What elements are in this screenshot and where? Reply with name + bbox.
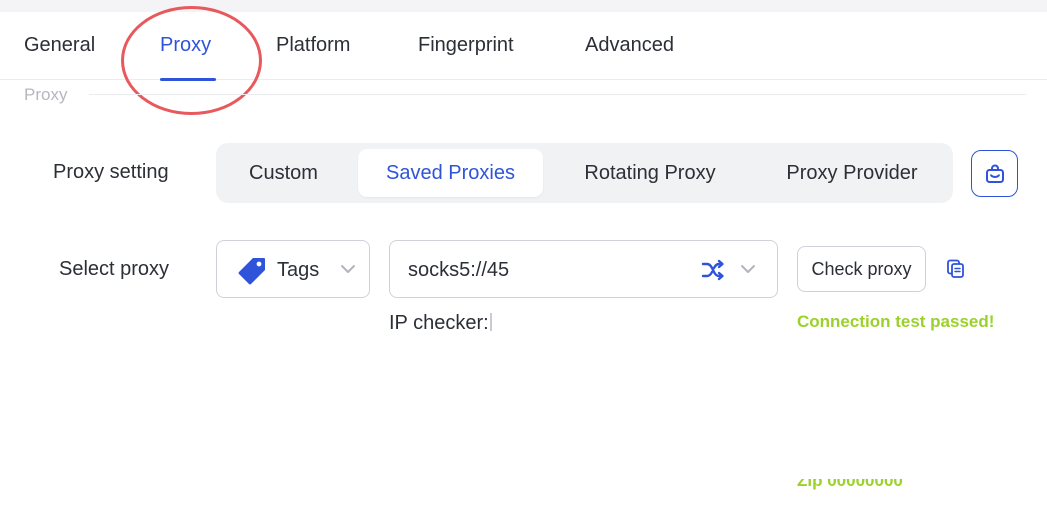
tags-dropdown[interactable]: Tags [216,240,370,298]
shuffle-icon[interactable] [701,259,725,281]
tab-proxy[interactable]: Proxy [160,34,211,57]
ip-checker-label: IP checker: [389,312,492,335]
proxy-dropdown[interactable]: socks5://45 [389,240,778,298]
chevron-down-icon [341,265,355,273]
segment-proxy-provider[interactable]: Proxy Provider [761,149,943,197]
select-proxy-label: Select proxy [59,258,170,280]
ip-checker-text: IP checker: [389,312,489,334]
section-divider [89,94,1026,95]
proxy-setting-label: Proxy setting [53,161,169,183]
connection-status: Connection test passed! [797,312,995,331]
section-title: Proxy [24,85,68,104]
browser-profile-settings: General Proxy Platform Fingerprint Advan… [0,0,1047,513]
shopping-bag-icon [985,164,1004,183]
tab-fingerprint[interactable]: Fingerprint [418,34,514,57]
tab-general[interactable]: General [24,34,95,57]
segment-saved-proxies[interactable]: Saved Proxies [358,149,543,197]
tags-label: Tags [277,259,320,281]
cut-off-status-text: Zip 00000000 [797,479,903,491]
proxy-shop-button[interactable] [971,150,1018,197]
segment-custom[interactable]: Custom [222,149,345,197]
tag-icon [238,258,265,285]
cut-off-text: Zip 00000000 [797,479,903,490]
proxy-setting-segmented-control: Custom Saved Proxies Rotating Proxy Prox… [216,143,953,203]
active-tab-indicator [160,78,216,81]
segment-rotating-proxy[interactable]: Rotating Proxy [556,149,744,197]
top-strip [0,0,1047,12]
tab-platform[interactable]: Platform [276,34,350,57]
proxy-value: socks5://45 [408,259,510,281]
text-caret [489,313,492,331]
settings-tabs: General Proxy Platform Fingerprint Advan… [0,12,1047,80]
copy-icon[interactable] [946,259,966,279]
check-proxy-button[interactable]: Check proxy [797,246,926,292]
tab-advanced[interactable]: Advanced [585,34,674,57]
chevron-down-icon [741,265,755,273]
